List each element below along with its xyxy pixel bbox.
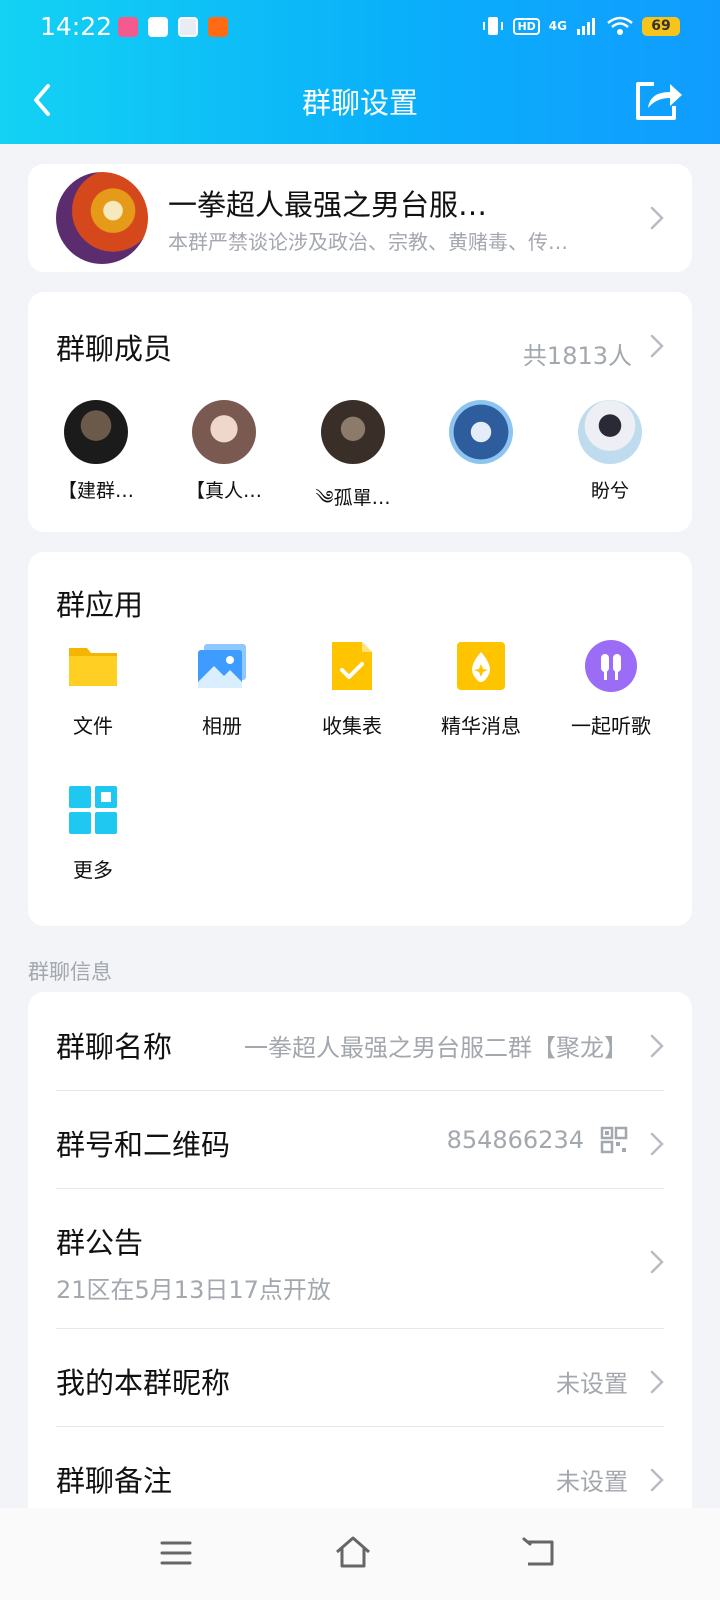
- qrcode-icon: [600, 1126, 628, 1154]
- avatar: [64, 400, 128, 464]
- status-time: 14:22: [40, 12, 113, 41]
- hd-badge: HD: [513, 17, 540, 35]
- wifi-icon: [607, 16, 633, 35]
- member-name: ༄孤單…: [315, 487, 391, 509]
- system-nav-bar: [0, 1508, 720, 1600]
- more-grid-icon: [69, 786, 117, 834]
- member-item[interactable]: ༄孤單…: [293, 400, 413, 530]
- nav-bar: 群聊设置: [0, 62, 720, 138]
- avatar: [449, 400, 513, 464]
- notice-preview: 21区在5月13日17点开放: [56, 1276, 331, 1304]
- member-item[interactable]: 【真人…: [164, 400, 284, 503]
- taobao-icon: [208, 17, 228, 37]
- share-icon[interactable]: [632, 76, 684, 124]
- battery-indicator: 69: [642, 16, 680, 36]
- app-more[interactable]: 更多: [28, 782, 158, 883]
- chevron-right-icon: [650, 1034, 664, 1058]
- status-indicators: HD 4G 69: [482, 15, 680, 37]
- row-value: 未设置: [556, 1468, 628, 1496]
- app-essence[interactable]: 精华消息: [416, 638, 546, 739]
- group-name-row[interactable]: 群聊名称 一拳超人最强之男台服二群【聚龙】: [56, 1004, 664, 1092]
- menu-icon[interactable]: [160, 1538, 192, 1568]
- group-info-section-label: 群聊信息: [28, 960, 112, 984]
- back-nav-icon[interactable]: [522, 1536, 556, 1568]
- row-value: 一拳超人最强之男台服二群【聚龙】: [244, 1034, 628, 1062]
- member-item[interactable]: 盼兮: [550, 400, 670, 503]
- group-apps-card: 群应用 文件 相册 收集表 精华消息 一起听歌 更多: [28, 552, 692, 926]
- app-files[interactable]: 文件: [28, 638, 158, 739]
- member-name: 盼兮: [590, 480, 629, 502]
- avatar: [578, 400, 642, 464]
- group-apps-title: 群应用: [56, 588, 144, 622]
- chevron-right-icon: [650, 1250, 664, 1274]
- row-label: 群号和二维码: [56, 1128, 231, 1162]
- network-label: 4G: [548, 19, 567, 33]
- app-form[interactable]: 收集表: [287, 638, 417, 739]
- earphones-icon: [585, 640, 637, 692]
- game-icon: [178, 17, 198, 37]
- row-label: 群公告: [56, 1226, 144, 1260]
- status-bar: 14:22 HD 4G 69: [0, 0, 720, 56]
- divider: [56, 1426, 664, 1427]
- folder-icon: [69, 648, 117, 686]
- member-name: 【建群…: [57, 480, 134, 502]
- group-avatar: [56, 172, 148, 264]
- group-info-card: 群聊名称 一拳超人最强之男台服二群【聚龙】 群号和二维码 854866234 群…: [28, 992, 692, 1532]
- app-label: 更多: [73, 858, 113, 882]
- chevron-right-icon[interactable]: [650, 334, 664, 358]
- my-group-nickname-row[interactable]: 我的本群昵称 未设置: [56, 1340, 664, 1428]
- member-name: 【真人…: [185, 480, 262, 502]
- form-icon: [332, 642, 372, 690]
- app-label: 精华消息: [441, 714, 521, 738]
- group-id-qrcode-row[interactable]: 群号和二维码 854866234: [56, 1102, 664, 1190]
- chevron-right-icon: [650, 1468, 664, 1492]
- members-card: 群聊成员 共1813人 【建群… 【真人… ༄孤單… 盼兮: [28, 292, 692, 532]
- row-label: 群聊名称: [56, 1030, 173, 1064]
- app-album[interactable]: 相册: [157, 638, 287, 739]
- home-icon[interactable]: [334, 1534, 372, 1570]
- members-title: 群聊成员: [56, 332, 173, 366]
- app-listen-together[interactable]: 一起听歌: [546, 638, 676, 739]
- row-value: 未设置: [556, 1370, 628, 1398]
- app-label: 收集表: [322, 714, 382, 738]
- divider: [56, 1328, 664, 1329]
- divider: [56, 1188, 664, 1189]
- vibrate-icon: [483, 17, 504, 35]
- page-title: 群聊设置: [301, 86, 418, 120]
- avatar: [192, 400, 256, 464]
- member-item[interactable]: 【建群…: [36, 400, 156, 503]
- group-name: 一拳超人最强之男台服…: [168, 188, 488, 222]
- group-description: 本群严禁谈论涉及政治、宗教、黄赌毒、传…: [168, 230, 568, 254]
- app-label: 一起听歌: [571, 714, 651, 738]
- album-icon: [198, 644, 246, 688]
- row-label: 群聊备注: [56, 1464, 173, 1498]
- chevron-right-icon: [650, 1370, 664, 1394]
- signal-icon: [577, 18, 595, 35]
- essence-icon: [457, 642, 505, 690]
- app-label: 文件: [73, 714, 113, 738]
- member-item[interactable]: [421, 400, 541, 476]
- member-count[interactable]: 共1813人: [523, 336, 632, 371]
- chevron-right-icon: [650, 206, 664, 230]
- group-profile-card[interactable]: 一拳超人最强之男台服… 本群严禁谈论涉及政治、宗教、黄赌毒、传…: [28, 164, 692, 272]
- avatar: [321, 400, 385, 464]
- app-label: 相册: [202, 714, 242, 738]
- divider: [56, 1090, 664, 1091]
- chevron-right-icon: [650, 1132, 664, 1156]
- header: 14:22 HD 4G 69 群聊设置: [0, 0, 720, 144]
- bilibili-icon: [118, 17, 138, 37]
- white-square-icon: [148, 17, 168, 37]
- group-id-value: 854866234: [446, 1126, 584, 1154]
- group-notice-row[interactable]: 群公告 21区在5月13日17点开放: [56, 1200, 664, 1330]
- status-app-icons: [118, 17, 228, 37]
- row-label: 我的本群昵称: [56, 1366, 231, 1400]
